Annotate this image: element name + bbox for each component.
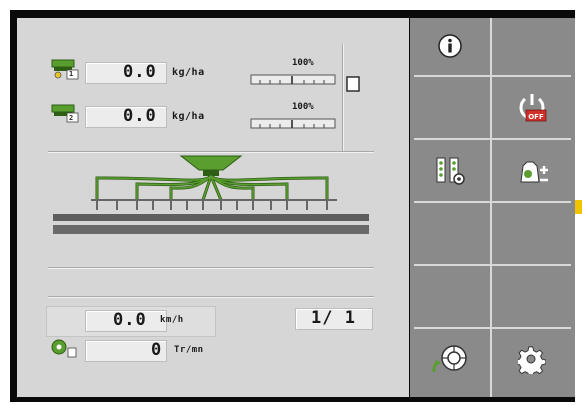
page-indicator-marker — [575, 200, 582, 214]
calibration-button[interactable] — [494, 143, 570, 199]
rotation-speed-button[interactable] — [412, 332, 488, 388]
rate-1-percent: 100% — [292, 58, 314, 68]
seeder-machine-illustration — [53, 155, 369, 234]
gear-icon — [518, 346, 546, 374]
info-icon — [438, 34, 462, 58]
softkey-row-divider-3 — [414, 201, 571, 203]
rate-2-modulation-gauge — [250, 118, 336, 129]
info-button[interactable] — [412, 18, 488, 74]
fan-rotation-icon — [51, 339, 77, 358]
softkey-empty-row2-left[interactable] — [412, 80, 488, 136]
vertical-divider — [342, 44, 344, 152]
softkey-empty-row5-left[interactable] — [412, 269, 488, 325]
hopper-2-badge: 2 — [69, 114, 74, 122]
speed-value: 0.0 — [113, 310, 147, 330]
power-off-icon: OFF — [519, 94, 547, 122]
hopper-1-icon — [51, 59, 79, 80]
rate-1-value: 0.0 — [123, 62, 157, 82]
rate-1-modulation-gauge — [250, 74, 336, 85]
softkey-row-divider-1 — [414, 75, 571, 77]
main-panel: 1 0.0 kg/ha 100% 2 0.0 kg/ha 100% 0.0 km… — [17, 18, 409, 397]
machine-settings-icon — [436, 157, 465, 185]
counter-value: 1/ 1 — [311, 308, 356, 328]
softkey-row-divider-2 — [414, 138, 571, 140]
hopper-2-icon — [51, 104, 79, 123]
separator-bottom — [48, 296, 374, 298]
power-off-button[interactable]: OFF — [494, 80, 570, 136]
softkey-empty-row5-right[interactable] — [494, 269, 570, 325]
settings-button[interactable] — [494, 332, 570, 388]
fan-value: 0 — [151, 340, 163, 360]
softkey-empty-row4-right[interactable] — [494, 206, 570, 262]
fan-unit: Tr/mn — [174, 345, 204, 355]
separator-middle — [48, 267, 374, 269]
softkey-empty-top-right[interactable] — [494, 18, 570, 74]
softkey-panel: OFF — [410, 18, 575, 397]
softkey-row-divider-4 — [414, 264, 571, 266]
softkey-row-divider-5 — [414, 327, 571, 329]
rate-2-value: 0.0 — [123, 106, 157, 126]
rate-1-unit: kg/ha — [172, 67, 205, 78]
calibration-icon — [520, 161, 548, 183]
softkey-empty-row4-left[interactable] — [412, 206, 488, 262]
off-label: OFF — [528, 113, 544, 121]
document-icon[interactable] — [346, 76, 360, 92]
rate-2-unit: kg/ha — [172, 111, 205, 122]
hopper-1-badge: 1 — [69, 70, 74, 78]
speed-unit: km/h — [160, 315, 184, 325]
separator-top — [48, 151, 374, 153]
rotation-speed-icon — [432, 345, 467, 373]
machine-settings-button[interactable] — [412, 143, 488, 199]
rate-2-percent: 100% — [292, 102, 314, 112]
